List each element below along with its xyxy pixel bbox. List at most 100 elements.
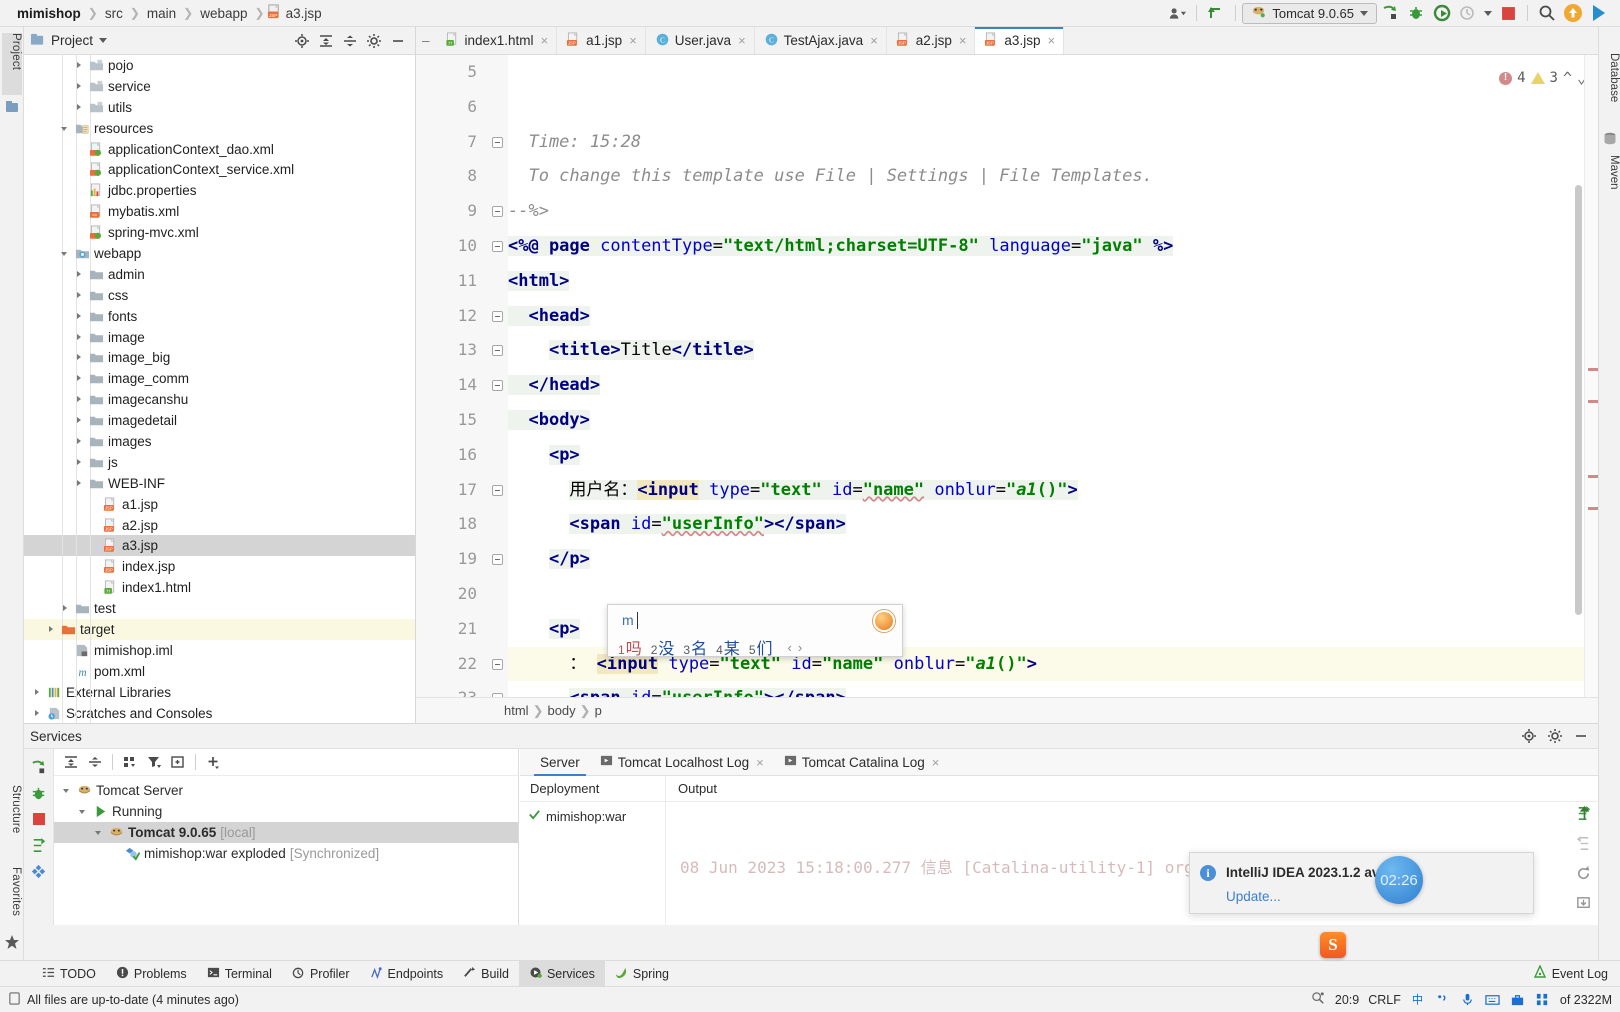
fold-toggle-icon[interactable] — [492, 241, 503, 252]
update-project-icon[interactable] — [1203, 2, 1229, 24]
ime-prev-page-icon[interactable]: ‹ — [788, 640, 792, 655]
chevron-right-icon[interactable] — [74, 478, 85, 489]
tool-window-services[interactable]: Services — [518, 960, 605, 987]
filter-icon[interactable] — [143, 752, 165, 772]
locate-icon[interactable] — [1518, 726, 1540, 746]
settings-icon[interactable] — [28, 861, 50, 881]
breadcrumb-body[interactable]: body — [547, 703, 575, 718]
chevron-right-icon[interactable] — [46, 624, 57, 635]
ime-next-page-icon[interactable]: › — [798, 640, 802, 655]
server-tab-tomcat-localhost-log[interactable]: Tomcat Localhost Log × — [590, 749, 774, 776]
project-tree[interactable]: pojo service utils resources applicationCont… — [24, 55, 415, 723]
chevron-right-icon[interactable] — [74, 81, 85, 92]
tool-window-profiler[interactable]: Profiler — [282, 961, 360, 987]
tree-item-test[interactable]: test — [24, 598, 415, 619]
tree-item-webapp[interactable]: webapp — [24, 243, 415, 264]
tree-item-admin[interactable]: admin — [24, 264, 415, 285]
code-line[interactable]: To change this template use File | Setti… — [508, 159, 1598, 194]
tree-item-scratches-and-consoles[interactable]: Scratches and Consoles — [24, 703, 415, 723]
close-icon[interactable]: × — [629, 33, 637, 48]
profiler-dropdown-icon[interactable] — [1481, 2, 1495, 24]
code-line[interactable]: <body> — [508, 403, 1598, 438]
chevron-down-icon[interactable] — [1360, 10, 1368, 16]
group-icon[interactable] — [119, 752, 141, 772]
chevron-right-icon[interactable] — [74, 290, 85, 301]
star-icon[interactable] — [4, 934, 20, 950]
chevron-down-icon[interactable] — [78, 806, 89, 817]
line-separator[interactable]: CRLF — [1368, 993, 1401, 1007]
code-line[interactable]: <head> — [508, 299, 1598, 334]
chevron-right-icon[interactable] — [74, 102, 85, 113]
chevron-down-icon[interactable] — [94, 827, 105, 838]
tree-item-pojo[interactable]: pojo — [24, 55, 415, 76]
tree-item-resources[interactable]: resources — [24, 118, 415, 139]
inspection-widget[interactable]: ! 4 3 ^ ⌄ — [1499, 61, 1586, 96]
tree-item-applicationcontext-dao-xml[interactable]: applicationContext_dao.xml — [24, 139, 415, 160]
chevron-down-icon[interactable] — [62, 785, 73, 796]
fold-toggle-icon[interactable] — [492, 484, 503, 496]
tool-window-endpoints[interactable]: Endpoints — [360, 961, 454, 987]
tree-item-js[interactable]: js — [24, 452, 415, 473]
search-icon[interactable] — [1534, 2, 1560, 24]
breadcrumb-file[interactable]: a3.jsp — [286, 6, 327, 21]
chevron-right-icon[interactable] — [74, 269, 85, 280]
run-configuration-selector[interactable]: Tomcat 9.0.65 — [1242, 2, 1377, 24]
event-log-button[interactable]: Event Log — [1533, 964, 1620, 982]
notification-balloon[interactable]: i IntelliJ IDEA 2023.1.2 av Update... — [1189, 852, 1534, 914]
caret-position[interactable]: 20:9 — [1335, 993, 1359, 1007]
tree-item-mimishop-iml[interactable]: mimishop.iml — [24, 640, 415, 661]
run-with-coverage-icon[interactable] — [1429, 2, 1455, 24]
sidebar-item-database[interactable]: Database — [1602, 53, 1620, 123]
code-line[interactable]: Time: 15:28 — [508, 125, 1598, 160]
profiler-icon[interactable] — [1455, 2, 1481, 24]
sidebar-item-project[interactable]: Project — [2, 33, 22, 95]
breadcrumb-src[interactable]: src — [100, 6, 128, 21]
tool-window-terminal[interactable]: Terminal — [197, 961, 282, 987]
code-line[interactable]: <span id="userInfo"></span> — [508, 507, 1598, 542]
breadcrumb-html[interactable]: html — [504, 703, 529, 718]
keyboard-icon[interactable] — [1485, 992, 1501, 1008]
close-icon[interactable]: × — [1047, 33, 1055, 48]
collapse-all-icon[interactable] — [84, 752, 106, 772]
close-icon[interactable]: × — [756, 755, 764, 770]
editor-tab-a1-jsp[interactable]: JSP a1.jsp × — [557, 27, 646, 54]
editor-scrollbar[interactable] — [1575, 185, 1582, 615]
chevron-right-icon[interactable] — [60, 603, 71, 614]
code-editor[interactable]: 567891011121314151617181920212223 Time: … — [416, 55, 1598, 697]
run-icon[interactable] — [1377, 2, 1403, 24]
tool-window-problems[interactable]: Problems — [106, 961, 197, 987]
tree-item-utils[interactable]: utils — [24, 97, 415, 118]
fold-toggle-icon[interactable] — [492, 380, 503, 392]
database-icon[interactable] — [1602, 131, 1618, 147]
deployment-row[interactable]: mimishop:war — [520, 802, 665, 824]
error-marker[interactable] — [1588, 368, 1598, 371]
chevron-right-icon[interactable] — [74, 394, 85, 405]
fold-toggle-icon[interactable] — [492, 554, 503, 566]
add-icon[interactable] — [202, 752, 224, 772]
memory-indicator[interactable]: of 2322M — [1560, 993, 1612, 1007]
services-tree-item-tomcat-server[interactable]: Tomcat Server — [54, 780, 518, 801]
code-line[interactable]: <html> — [508, 264, 1598, 299]
tabs-collapse-icon[interactable]: – — [416, 27, 436, 54]
sidebar-item-structure[interactable]: Structure — [2, 785, 22, 857]
gear-icon[interactable] — [363, 31, 385, 51]
close-icon[interactable]: × — [959, 33, 967, 48]
code-line[interactable]: </head> — [508, 368, 1598, 403]
tree-item-imagecanshu[interactable]: imagecanshu — [24, 389, 415, 410]
scroll-to-top-icon[interactable] — [1572, 805, 1596, 825]
feedback-icon[interactable] — [1560, 2, 1586, 24]
services-tree-item-tomcat-9-0-65[interactable]: Tomcat 9.0.65 [local] — [54, 822, 518, 843]
tool-window-spring[interactable]: Spring — [605, 961, 679, 987]
tree-item-image-comm[interactable]: image_comm — [24, 368, 415, 389]
tree-item-image[interactable]: image — [24, 327, 415, 348]
toolbox-icon[interactable] — [1510, 992, 1526, 1008]
tree-item-index-jsp[interactable]: JSP index.jsp — [24, 556, 415, 577]
add-tab-icon[interactable] — [167, 752, 189, 772]
close-icon[interactable]: × — [738, 33, 746, 48]
sidebar-item-maven[interactable]: Maven — [1602, 155, 1620, 207]
chevron-right-icon[interactable] — [74, 415, 85, 426]
expand-all-icon[interactable] — [60, 752, 82, 772]
services-tree-item-running[interactable]: Running — [54, 801, 518, 822]
punctuation-icon[interactable] — [1435, 992, 1451, 1008]
expand-all-icon[interactable] — [315, 31, 337, 51]
